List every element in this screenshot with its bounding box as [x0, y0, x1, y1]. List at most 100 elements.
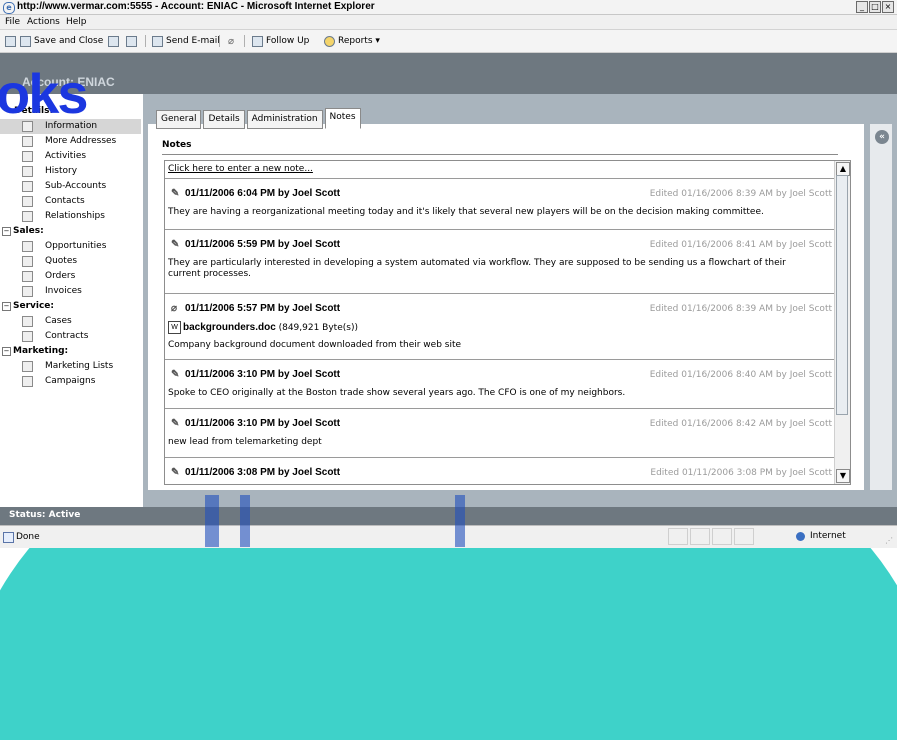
ie-logo-icon: e [3, 2, 15, 14]
note-icon: ✎ [171, 239, 180, 250]
sidebar-item-campaigns[interactable]: Campaigns [0, 374, 141, 389]
minimize-button[interactable]: _ [856, 1, 868, 13]
sidebar-item-quotes[interactable]: Quotes [0, 254, 141, 269]
note-item[interactable]: ✎ 01/11/2006 3:08 PM by Joel Scott Edited… [165, 458, 834, 484]
note-header: ✎ 01/11/2006 3:10 PM by Joel Scott [171, 418, 340, 429]
sidebar-item-label: Marketing Lists [45, 361, 114, 371]
toolbar: Save and Close Send E-mail ⌀ Follow Up R… [0, 30, 897, 53]
record-status: Status: Active [9, 510, 81, 520]
note-header: ✎ 01/11/2006 5:59 PM by Joel Scott [171, 239, 340, 250]
sidebar-item-label: Relationships [45, 211, 105, 221]
menu-file[interactable]: File [5, 17, 20, 27]
notes-scrollbar[interactable]: ▲ ▼ [834, 161, 850, 484]
sidebar-item-label: History [45, 166, 78, 176]
window-controls: _ □ × [856, 1, 894, 13]
note-item[interactable]: ✎ 01/11/2006 3:10 PM by Joel Scott Edited… [165, 360, 834, 409]
sidebar: Details: Information More Addresses Acti… [0, 104, 141, 389]
collapse-icon: − [2, 347, 11, 356]
sidebar-item-label: Orders [45, 271, 76, 281]
tab-details[interactable]: Details [203, 110, 245, 129]
save-close-icon [20, 35, 31, 47]
send-email-label: Send E-mail [166, 36, 220, 46]
note-edited: Edited 01/16/2006 8:40 AM by Joel Scott [649, 370, 832, 380]
sidebar-item-contacts[interactable]: Contacts [0, 194, 141, 209]
note-header: ✎ 01/11/2006 3:10 PM by Joel Scott [171, 369, 340, 380]
notes-section-title: Notes [162, 140, 192, 150]
sidebar-item-sub-accounts[interactable]: Sub-Accounts [0, 179, 141, 194]
tab-general[interactable]: General [156, 110, 202, 129]
note-header-text: 01/11/2006 6:04 PM by Joel Scott [185, 188, 341, 199]
save-button[interactable] [5, 35, 16, 47]
collapse-icon: − [2, 302, 11, 311]
browser-status-bar: Done Internet ⋰ [0, 525, 897, 548]
close-button[interactable]: × [882, 1, 894, 13]
maximize-button[interactable]: □ [869, 1, 881, 13]
sidebar-item-contracts[interactable]: Contracts [0, 329, 141, 344]
new-note-link[interactable]: Click here to enter a new note... [165, 161, 834, 179]
paperclip-icon: ⌀ [171, 303, 178, 314]
window-titlebar: e http://www.vermar.com:5555 - Account: … [0, 0, 897, 15]
note-body: They are having a reorganizational meeti… [168, 207, 764, 217]
sidebar-item-orders[interactable]: Orders [0, 269, 141, 284]
scrollbar-thumb[interactable] [836, 175, 848, 415]
note-edited: Edited 01/16/2006 8:42 AM by Joel Scott [649, 419, 832, 429]
decorative-stripe [240, 495, 250, 547]
note-edited: Edited 01/16/2006 8:39 AM by Joel Scott [649, 189, 832, 199]
collapse-pane-button[interactable]: « [875, 130, 889, 144]
sidebar-item-marketing-lists[interactable]: Marketing Lists [0, 359, 141, 374]
status-cells [668, 528, 754, 545]
print-icon [126, 35, 137, 47]
menu-actions[interactable]: Actions [27, 17, 60, 27]
sidebar-item-invoices[interactable]: Invoices [0, 284, 141, 299]
divider [162, 154, 838, 155]
sidebar-item-label: Quotes [45, 256, 78, 266]
internet-zone-icon [796, 532, 805, 541]
note-header-text: 01/11/2006 5:57 PM by Joel Scott [185, 303, 341, 314]
menu-help[interactable]: Help [66, 17, 87, 27]
status-cell [668, 528, 688, 545]
notes-list: Click here to enter a new note... ✎ 01/11… [164, 160, 851, 485]
sidebar-section-label: Service: [13, 301, 55, 311]
cases-icon [22, 316, 33, 327]
tab-administration[interactable]: Administration [246, 110, 323, 129]
form-header: Account: ENIAC [0, 53, 897, 94]
menu-bar: File Actions Help [0, 15, 897, 30]
save-and-close-button[interactable]: Save and Close [20, 35, 103, 47]
activities-icon [22, 151, 33, 162]
invoices-icon [22, 286, 33, 297]
note-edited: Edited 01/16/2006 8:39 AM by Joel Scott [649, 304, 832, 314]
sidebar-item-more-addresses[interactable]: More Addresses [0, 134, 141, 149]
follow-up-button[interactable]: Follow Up [252, 35, 309, 47]
scroll-down-button[interactable]: ▼ [836, 469, 850, 483]
sidebar-section-marketing[interactable]: − Marketing: [0, 344, 141, 359]
print-button[interactable] [126, 35, 137, 47]
sidebar-item-label: Sub-Accounts [45, 181, 107, 191]
note-item[interactable]: ✎ 01/11/2006 3:10 PM by Joel Scott Edited… [165, 409, 834, 458]
sidebar-item-activities[interactable]: Activities [0, 149, 141, 164]
note-icon: ✎ [171, 369, 180, 380]
note-item[interactable]: ✎ 01/11/2006 6:04 PM by Joel Scott Edited… [165, 179, 834, 230]
attach-button[interactable]: ⌀ [228, 35, 234, 47]
sidebar-item-cases[interactable]: Cases [0, 314, 141, 329]
reports-icon [324, 35, 335, 47]
sidebar-item-opportunities[interactable]: Opportunities [0, 239, 141, 254]
sidebar-section-service[interactable]: − Service: [0, 299, 141, 314]
collapse-icon: − [2, 227, 11, 236]
status-cell [690, 528, 710, 545]
save-new-button[interactable] [108, 35, 119, 47]
note-item[interactable]: ✎ 01/11/2006 5:59 PM by Joel Scott Edited… [165, 230, 834, 294]
sidebar-item-relationships[interactable]: Relationships [0, 209, 141, 224]
sidebar-item-label: Contacts [45, 196, 85, 206]
contacts-icon [22, 196, 33, 207]
scroll-up-button[interactable]: ▲ [836, 162, 850, 176]
email-icon [152, 35, 163, 47]
resize-grip-icon[interactable]: ⋰ [885, 536, 895, 546]
send-email-button[interactable]: Send E-mail [152, 35, 220, 47]
attachment-link[interactable]: Wbackgrounders.doc (849,921 Byte(s)) [168, 321, 358, 334]
reports-button[interactable]: Reports ▾ [324, 35, 380, 47]
note-body: Company background document downloaded f… [168, 340, 462, 350]
sidebar-section-sales[interactable]: − Sales: [0, 224, 141, 239]
tab-notes[interactable]: Notes [324, 108, 361, 129]
note-item[interactable]: ⌀ 01/11/2006 5:57 PM by Joel Scott Edited… [165, 294, 834, 360]
sidebar-item-history[interactable]: History [0, 164, 141, 179]
